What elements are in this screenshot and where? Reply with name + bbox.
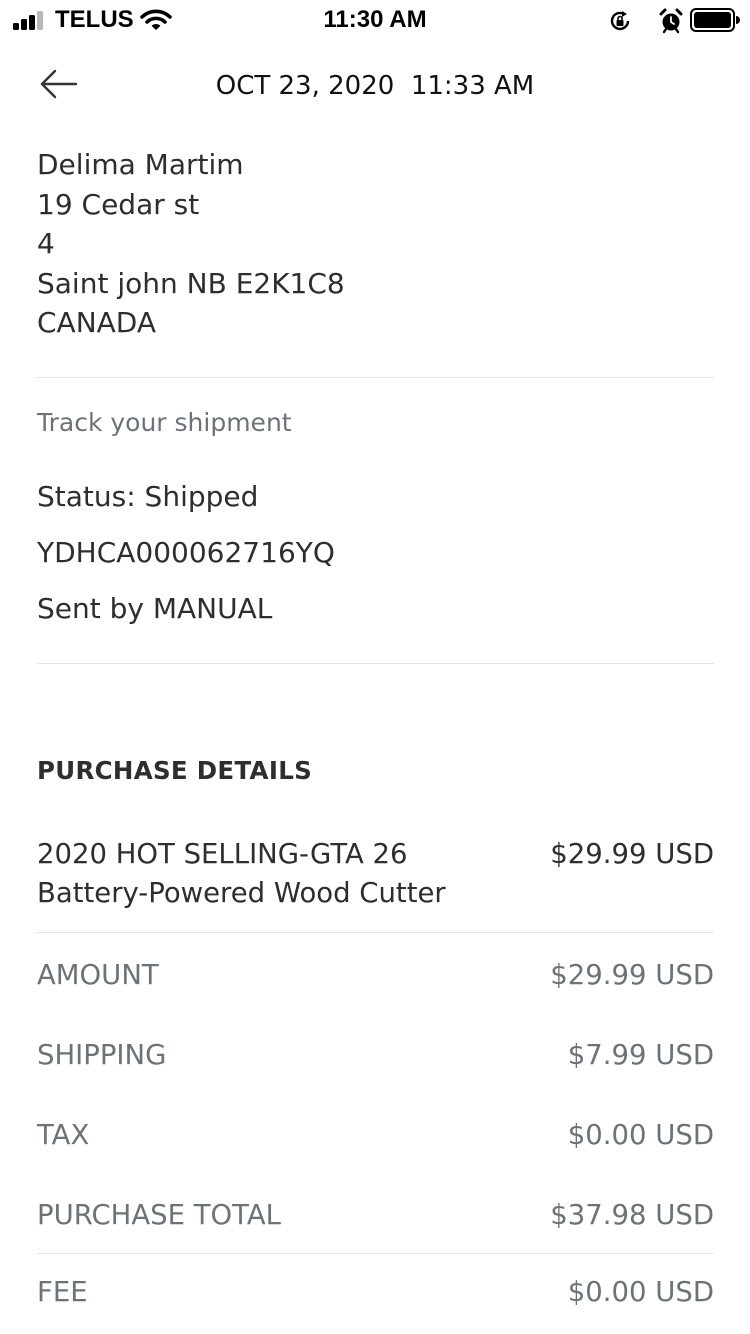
summary-value: $37.98 USD (550, 1198, 714, 1231)
summary-label: AMOUNT (37, 958, 159, 991)
alarm-icon (659, 8, 683, 38)
address-street: 19 Cedar st (37, 187, 200, 221)
summary-label: FEE (37, 1275, 88, 1308)
address-country: CANADA (37, 306, 157, 339)
item-name: 2020 HOT SELLING-GTA 26 Battery-Powered … (37, 835, 446, 913)
address-unit: 4 (37, 227, 55, 260)
transaction-details: Delima Martim 19 Cedar st 4 Saint john N… (37, 145, 714, 1330)
purchase-item: 2020 HOT SELLING-GTA 26 Battery-Powered … (37, 835, 714, 913)
summary-row-shipping: SHIPPING $7.99 USD (37, 1015, 714, 1095)
shipping-address: Delima Martim 19 Cedar st 4 Saint john N… (37, 145, 714, 343)
rotation-lock-icon (608, 9, 632, 37)
tracking-number[interactable]: YDHCA000062716YQ (37, 533, 714, 573)
status-time: 11:30 AM (323, 6, 427, 33)
summary-value: $0.00 USD (567, 1275, 714, 1308)
item-name-line-1: 2020 HOT SELLING-GTA 26 (37, 837, 408, 870)
item-name-line-2: Battery-Powered Wood Cutter (37, 876, 446, 909)
summary-row-amount: AMOUNT $29.99 USD (37, 935, 714, 1015)
purchase-details-title: PURCHASE DETAILS (37, 755, 313, 785)
summary-row-fee: FEE $0.00 USD (37, 1254, 714, 1330)
summary-label: SHIPPING (37, 1038, 167, 1071)
recipient-name: Delima Martim (37, 148, 244, 181)
transaction-date: OCT 23, 2020 11:33 AM (215, 71, 535, 101)
summary-value: $29.99 USD (550, 958, 714, 991)
sent-by: Sent by MANUAL (37, 591, 273, 625)
summary-row-tax: TAX $0.00 USD (37, 1095, 714, 1175)
summary-value: $0.00 USD (567, 1118, 714, 1151)
track-shipment-link[interactable]: Track your shipment (37, 403, 714, 443)
divider (37, 662, 714, 664)
address-city-line: Saint john NB E2K1C8 (37, 266, 345, 300)
item-price: $29.99 USD (550, 837, 714, 870)
tracking-section: Track your shipment Status: Shipped YDHC… (37, 378, 714, 629)
battery-icon (690, 8, 740, 36)
summary-label: TAX (37, 1118, 90, 1151)
summary-row-purchase-total: PURCHASE TOTAL $37.98 USD (37, 1175, 714, 1255)
status-bar: TELUS 11:30 AM (0, 0, 750, 40)
divider (37, 931, 714, 933)
summary-label: PURCHASE TOTAL (37, 1198, 281, 1231)
shipment-status: Status: Shipped (37, 479, 259, 513)
summary-value: $7.99 USD (567, 1038, 714, 1071)
